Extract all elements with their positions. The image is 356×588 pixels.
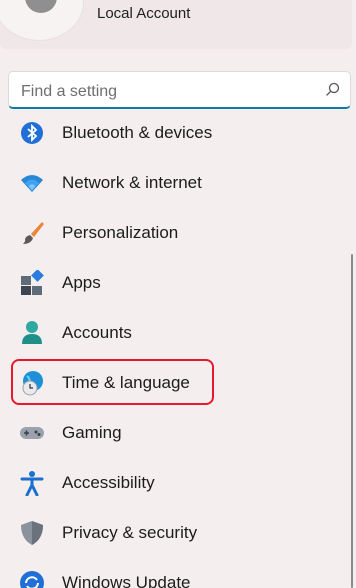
settings-window: Local Account Find a setting Bluetooth &… — [0, 0, 356, 588]
person-icon — [22, 321, 42, 344]
search-icon[interactable] — [326, 82, 340, 96]
sidebar-item-label: Gaming — [62, 423, 122, 442]
account-card[interactable]: Local Account — [0, 0, 352, 49]
avatar — [0, 0, 84, 41]
sidebar-item-label: Apps — [62, 273, 101, 292]
sidebar-item-windows-update[interactable]: Windows Update — [0, 563, 352, 588]
sidebar-item-bluetooth[interactable]: Bluetooth & devices — [0, 122, 352, 153]
account-type-label: Local Account — [97, 5, 191, 22]
update-icon — [20, 571, 44, 588]
sidebar-item-apps[interactable]: Apps — [0, 263, 352, 303]
paintbrush-icon — [23, 222, 44, 244]
shield-icon — [21, 521, 43, 545]
bluetooth-icon — [21, 122, 43, 144]
search-placeholder: Find a setting — [21, 83, 118, 100]
sidebar-item-label: Accessibility — [62, 473, 155, 492]
gamepad-icon — [20, 427, 44, 439]
user-silhouette-icon — [25, 0, 57, 13]
sidebar-item-privacy[interactable]: Privacy & security — [0, 513, 352, 553]
accessibility-icon — [20, 471, 44, 496]
sidebar-item-label: Network & internet — [62, 173, 202, 192]
sidebar-item-gaming[interactable]: Gaming — [0, 413, 352, 453]
highlight-box — [11, 359, 214, 405]
sidebar-item-accounts[interactable]: Accounts — [0, 313, 352, 353]
sidebar-item-network[interactable]: Network & internet — [0, 163, 352, 203]
settings-nav: Bluetooth & devices Network & internet P… — [0, 122, 356, 588]
sidebar-item-label: Windows Update — [62, 573, 191, 588]
search-input[interactable]: Find a setting — [8, 71, 351, 109]
scrollbar[interactable] — [351, 254, 353, 588]
apps-icon — [21, 270, 44, 295]
wifi-icon — [21, 175, 43, 192]
sidebar-item-label: Personalization — [62, 223, 179, 242]
sidebar-item-label: Accounts — [62, 323, 132, 342]
sidebar-item-label: Bluetooth & devices — [62, 123, 213, 142]
sidebar-item-personalization[interactable]: Personalization — [0, 213, 352, 253]
sidebar-item-accessibility[interactable]: Accessibility — [0, 463, 352, 503]
sidebar-item-label: Privacy & security — [62, 523, 198, 542]
